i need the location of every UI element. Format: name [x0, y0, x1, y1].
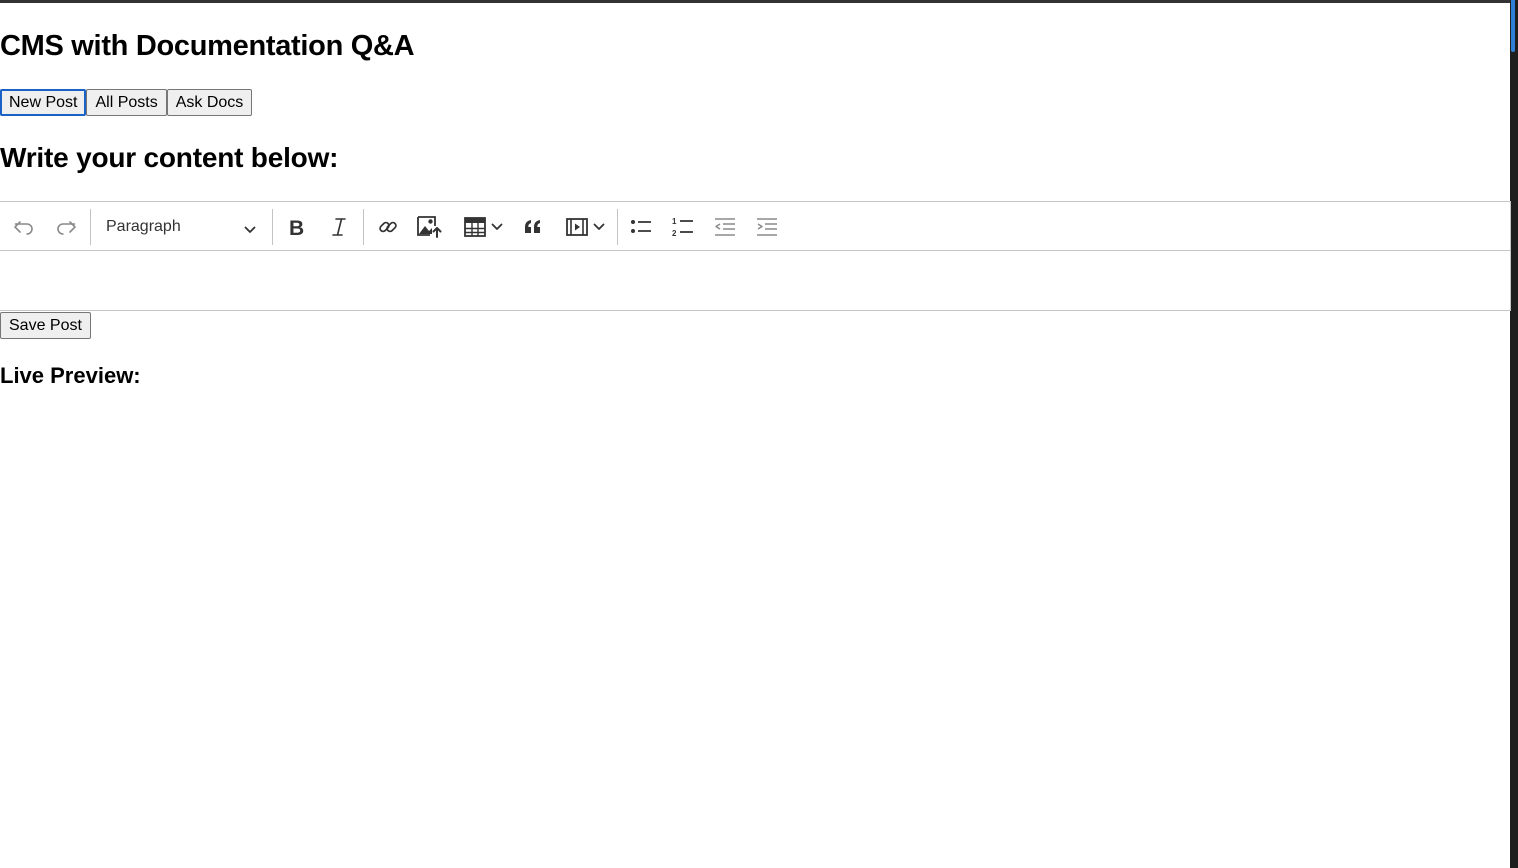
- editor-content-area[interactable]: [0, 252, 1510, 311]
- outdent-icon: [713, 216, 737, 238]
- toolbar-separator: [617, 209, 618, 245]
- heading-dropdown-value: Paragraph: [106, 218, 181, 235]
- link-icon: [377, 216, 399, 238]
- heading-dropdown[interactable]: Paragraph: [96, 212, 264, 242]
- toolbar-separator: [272, 209, 273, 245]
- indent-icon: [755, 216, 779, 238]
- undo-icon: [12, 217, 36, 237]
- chevron-down-icon: [593, 222, 605, 232]
- scrollbar-thumb[interactable]: [1511, 0, 1515, 52]
- tab-ask-docs[interactable]: Ask Docs: [166, 89, 253, 116]
- bold-button[interactable]: B: [282, 212, 312, 242]
- indent-button[interactable]: [750, 212, 784, 242]
- window-top-border: [0, 0, 1518, 3]
- toolbar-separator: [363, 209, 364, 245]
- svg-text:1: 1: [672, 217, 677, 226]
- numbered-list-button[interactable]: 12: [666, 212, 700, 242]
- undo-button[interactable]: [8, 212, 40, 242]
- scrollbar-track[interactable]: [1510, 0, 1518, 868]
- italic-icon: [329, 216, 349, 238]
- outdent-button[interactable]: [708, 212, 742, 242]
- image-upload-icon: [416, 215, 444, 239]
- editor-toolbar: Paragraph B 1 2: [0, 202, 1510, 251]
- editor-heading: Write your content below:: [0, 142, 339, 173]
- nav-tabs: New Post All Posts Ask Docs: [0, 89, 253, 116]
- image-upload-button[interactable]: [412, 212, 448, 242]
- blockquote-button[interactable]: [517, 212, 549, 242]
- redo-icon: [54, 217, 78, 237]
- media-embed-icon: [565, 216, 589, 238]
- chevron-down-icon: [491, 222, 503, 232]
- preview-heading: Live Preview:: [0, 363, 141, 388]
- live-preview-area: [0, 398, 1510, 868]
- link-button[interactable]: [372, 212, 404, 242]
- page-title: CMS with Documentation Q&A: [0, 30, 415, 62]
- tab-new-post[interactable]: New Post: [0, 89, 87, 116]
- table-icon: [463, 216, 487, 238]
- chevron-down-icon: [244, 222, 256, 240]
- rich-text-editor: Paragraph B 1 2: [0, 201, 1511, 311]
- svg-text:2: 2: [672, 229, 677, 238]
- blockquote-icon: [522, 217, 544, 237]
- bold-icon: B: [287, 216, 307, 238]
- redo-button[interactable]: [50, 212, 82, 242]
- svg-text:B: B: [289, 217, 304, 238]
- tab-all-posts[interactable]: All Posts: [86, 89, 167, 116]
- numbered-list-icon: 12: [671, 216, 695, 238]
- insert-table-button[interactable]: [456, 212, 510, 242]
- bulleted-list-button[interactable]: [624, 212, 658, 242]
- media-embed-button[interactable]: [558, 212, 612, 242]
- save-post-button[interactable]: Save Post: [0, 312, 91, 339]
- italic-button[interactable]: [324, 212, 354, 242]
- bulleted-list-icon: [629, 217, 653, 237]
- toolbar-separator: [90, 209, 91, 245]
